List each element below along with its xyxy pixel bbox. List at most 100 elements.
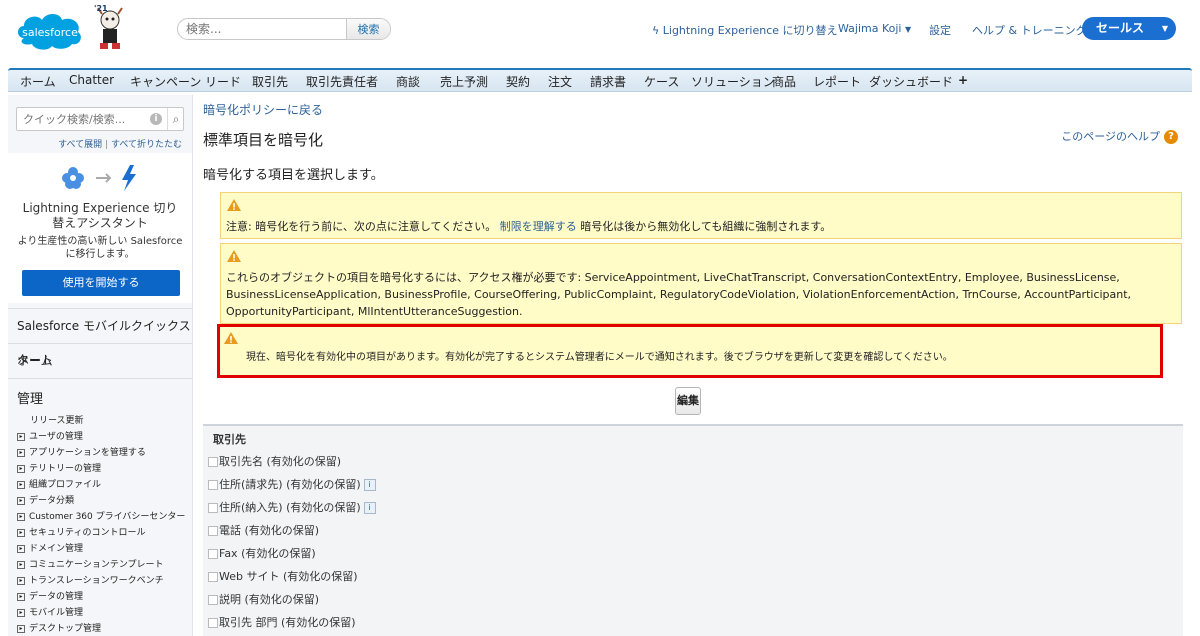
expand-icon[interactable]: ▸ [17, 576, 25, 585]
help-icon: ? [1164, 130, 1178, 144]
help-training-link[interactable]: ヘルプ & トレーニング [972, 22, 1087, 38]
tab-forecasts[interactable]: 売上予測 [440, 73, 488, 90]
global-search-button[interactable]: 検索 [346, 19, 390, 39]
expand-icon[interactable]: ▸ [17, 464, 25, 473]
edit-button[interactable]: 編集 [675, 387, 701, 415]
admin-item-label: トランスレーションワークベンチ [29, 576, 164, 586]
tab-bar: ホーム Chatter キャンペーン リード 取引先 取引先責任者 商談 売上予… [8, 68, 1192, 92]
field-checkbox[interactable] [208, 572, 218, 582]
field-checkbox[interactable] [208, 457, 218, 467]
expand-icon[interactable]: ▸ [17, 480, 25, 489]
info-icon[interactable]: i [150, 113, 162, 125]
admin-item[interactable]: ▸ テリトリーの管理 [17, 461, 101, 474]
field-label: 住所(請求先) (有効化の保留) [219, 478, 361, 491]
expand-icon[interactable]: ▸ [17, 608, 25, 617]
info-icon[interactable]: i [363, 502, 376, 514]
app-switcher[interactable]: セールス ▼ [1082, 17, 1176, 40]
tab-chatter[interactable]: Chatter [69, 73, 114, 87]
tab-cases[interactable]: ケース [644, 73, 679, 90]
user-menu-label: Wajima Koji [838, 22, 902, 35]
accounts-section: 取引先 取引先名 (有効化の保留) 住所(請求先) (有効化の保留) i 住所(納… [203, 424, 1183, 636]
mobile-quickstart-link[interactable]: Salesforce モバイルクイックスタート [8, 308, 192, 367]
separator: | [105, 140, 109, 150]
salesforce-logo[interactable]: salesforce [14, 8, 86, 52]
expand-icon[interactable]: ▸ [17, 528, 25, 537]
quick-search-input[interactable] [17, 108, 137, 130]
search-icon[interactable]: ⌕ [167, 108, 184, 130]
field-checkbox[interactable] [208, 503, 218, 513]
expand-icon[interactable]: ▸ [17, 592, 25, 601]
admin-item-label: ドメイン管理 [29, 544, 84, 554]
admin-item[interactable]: ▸ セキュリティのコントロール [17, 525, 145, 538]
switch-to-lightning-link[interactable]: ϟ Lightning Experience に切り替え [652, 22, 838, 38]
tab-leads[interactable]: リード [205, 73, 241, 90]
admin-item-label: アプリケーションを管理する [29, 448, 146, 458]
field-checkbox[interactable] [208, 618, 218, 628]
collapse-all-link[interactable]: すべて折りたたむ [111, 140, 182, 150]
field-checkbox[interactable] [208, 595, 218, 605]
admin-item[interactable]: ▸ モバイル管理 [17, 605, 83, 618]
tab-contracts[interactable]: 契約 [506, 73, 530, 90]
admin-item-label: デスクトップ管理 [29, 624, 102, 634]
expand-icon[interactable]: ▸ [17, 560, 25, 569]
expand-all-link[interactable]: すべて展開 [58, 140, 102, 150]
section-title: 取引先 [213, 433, 246, 446]
assistant-description: より生産性の高い新しい Salesforce に移行します。 [17, 236, 183, 260]
tab-solutions[interactable]: ソリューション [691, 73, 775, 90]
admin-item[interactable]: ▸ 組織プロファイル [17, 477, 101, 490]
field-checkbox[interactable] [208, 526, 218, 536]
tab-products[interactable]: 商品 [772, 73, 796, 90]
get-started-button[interactable]: 使用を開始する [22, 270, 180, 296]
admin-item-label: 組織プロファイル [29, 480, 102, 490]
admin-item[interactable]: ▸ ユーザの管理 [17, 429, 83, 442]
info-icon[interactable]: i [363, 479, 376, 491]
setup-link[interactable]: 設定 [929, 22, 951, 38]
admin-item[interactable]: ▸ データ分類 [17, 493, 74, 506]
warning-prefix: 注意: 暗号化を行う前に、次の点に注意してください。 [226, 220, 497, 233]
quick-search: i ⌕ [16, 107, 184, 131]
global-search-input[interactable] [178, 19, 348, 39]
header: salesforce '21 検索 ϟ Lightning Experience… [0, 0, 1200, 66]
back-to-encryption-policy-link[interactable]: 暗号化ポリシーに戻る [203, 101, 323, 118]
tab-opportunities[interactable]: 商談 [396, 73, 420, 90]
chevron-down-icon: ▼ [1161, 24, 1168, 33]
admin-item[interactable]: ▸ デスクトップ管理 [17, 621, 101, 634]
warning-text: これらのオブジェクトの項目を暗号化するには、アクセス権が必要です: Servic… [226, 271, 1132, 318]
tab-dashboards[interactable]: ダッシュボード [869, 73, 953, 90]
admin-item[interactable]: ▸ トランスレーションワークベンチ [17, 573, 164, 586]
tab-contacts[interactable]: 取引先責任者 [306, 73, 378, 90]
tab-accounts[interactable]: 取引先 [252, 73, 288, 90]
field-checkbox[interactable] [208, 549, 218, 559]
admin-item-label: ユーザの管理 [29, 432, 83, 442]
classic-to-lightning-icon [62, 165, 136, 191]
tab-invoices[interactable]: 請求書 [590, 73, 626, 90]
add-tab-icon[interactable]: + [958, 73, 968, 87]
admin-item[interactable]: ▸ Customer 360 プライバシーセンター [17, 509, 185, 522]
expand-icon[interactable]: ▸ [17, 448, 25, 457]
expand-icon[interactable]: ▸ [17, 496, 25, 505]
release-updates-link[interactable]: リリース更新 [30, 413, 84, 426]
user-menu[interactable]: Wajima Koji ▼ [838, 22, 911, 35]
expand-icon[interactable]: ▸ [17, 432, 25, 441]
field-label: 取引先 部門 (有効化の保留) [219, 616, 356, 629]
tab-orders[interactable]: 注文 [548, 73, 572, 90]
divider [8, 378, 192, 379]
admin-item[interactable]: ▸ ドメイン管理 [17, 541, 83, 554]
tab-reports[interactable]: レポート [813, 73, 861, 90]
page-help-link[interactable]: このページのヘルプ? [1061, 128, 1178, 144]
admin-item[interactable]: ▸ コミュニケーションテンプレート [17, 557, 164, 570]
sidebar-home-link[interactable]: ホーム [8, 343, 192, 377]
main-content: 暗号化ポリシーに戻る 標準項目を暗号化 このページのヘルプ? 暗号化する項目を選… [195, 95, 1200, 636]
expand-icon[interactable]: ▸ [17, 512, 25, 521]
field-checkbox[interactable] [208, 480, 218, 490]
switch-to-lightning-label: Lightning Experience に切り替え [662, 24, 838, 37]
expand-icon[interactable]: ▸ [17, 544, 25, 553]
field-label: 電話 (有効化の保留) [219, 524, 320, 537]
admin-item[interactable]: ▸ データの管理 [17, 589, 83, 602]
admin-item[interactable]: ▸ アプリケーションを管理する [17, 445, 146, 458]
assistant-title: Lightning Experience 切り替えアシスタント [22, 201, 178, 230]
expand-icon[interactable]: ▸ [17, 624, 25, 633]
tab-campaigns[interactable]: キャンペーン [130, 73, 201, 90]
understand-limits-link[interactable]: 制限を理解する [500, 220, 577, 233]
tab-home[interactable]: ホーム [20, 73, 56, 90]
